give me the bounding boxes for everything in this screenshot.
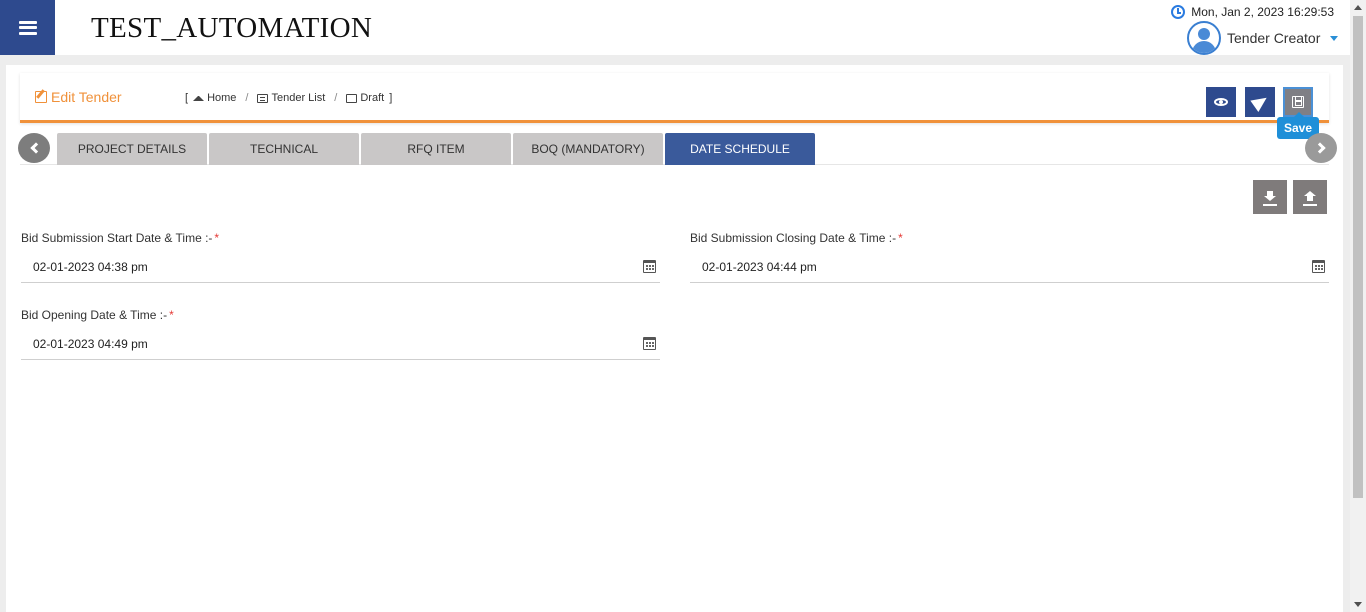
bid-close-label: Bid Submission Closing Date & Time :- * bbox=[690, 231, 903, 245]
bid-open-field: Bid Opening Date & Time :- * 02-01-2023 0… bbox=[21, 308, 660, 360]
bid-start-value: 02-01-2023 04:38 pm bbox=[33, 260, 148, 274]
tabs-prev-button[interactable] bbox=[18, 133, 50, 163]
required-mark: * bbox=[169, 308, 174, 322]
top-header: TEST_AUTOMATION Mon, Jan 2, 2023 16:29:5… bbox=[0, 0, 1350, 55]
user-name: Tender Creator bbox=[1227, 30, 1321, 46]
tab-rfq-item[interactable]: RFQ ITEM bbox=[361, 133, 511, 165]
tab-boq-mandatory[interactable]: BOQ (MANDATORY) bbox=[513, 133, 663, 165]
menu-icon bbox=[18, 20, 37, 35]
save-disk-icon bbox=[1292, 96, 1304, 108]
home-icon bbox=[193, 95, 205, 101]
bid-open-label: Bid Opening Date & Time :- * bbox=[21, 308, 174, 322]
breadcrumb-open-bracket: [ bbox=[185, 92, 189, 104]
tab-technical[interactable]: TECHNICAL bbox=[209, 133, 359, 165]
breadcrumb-separator: / bbox=[334, 92, 338, 104]
breadcrumb-tender-list[interactable]: Tender List bbox=[257, 92, 325, 104]
tabs-next-button[interactable] bbox=[1305, 133, 1337, 163]
datetime-text: Mon, Jan 2, 2023 16:29:53 bbox=[1191, 5, 1334, 19]
scroll-down-icon[interactable] bbox=[1354, 602, 1362, 607]
preview-button[interactable] bbox=[1206, 87, 1236, 117]
bid-close-value: 02-01-2023 04:44 pm bbox=[702, 260, 817, 274]
list-icon bbox=[257, 93, 269, 103]
bid-close-field: Bid Submission Closing Date & Time :- * 0… bbox=[690, 231, 1329, 283]
caret-down-icon bbox=[1330, 35, 1339, 41]
page-title-text: Edit Tender bbox=[51, 89, 122, 105]
submit-button[interactable] bbox=[1245, 87, 1275, 117]
scroll-thumb[interactable] bbox=[1353, 16, 1363, 498]
chevron-left-icon bbox=[29, 142, 42, 154]
bid-start-field: Bid Submission Start Date & Time :- * 02-… bbox=[21, 231, 660, 283]
page-scrollbar[interactable] bbox=[1350, 0, 1366, 612]
breadcrumb: [ Home / Tender List / Draft ] bbox=[185, 92, 392, 104]
bid-start-input[interactable]: 02-01-2023 04:38 pm bbox=[21, 257, 660, 283]
user-menu[interactable]: Tender Creator bbox=[1187, 21, 1339, 55]
bid-close-input[interactable]: 02-01-2023 04:44 pm bbox=[690, 257, 1329, 283]
bid-open-input[interactable]: 02-01-2023 04:49 pm bbox=[21, 334, 660, 360]
breadcrumb-close-bracket: ] bbox=[389, 92, 393, 104]
user-avatar-icon bbox=[1187, 21, 1221, 55]
calendar-icon[interactable] bbox=[643, 337, 656, 350]
send-icon bbox=[1249, 91, 1271, 113]
scroll-up-icon[interactable] bbox=[1354, 5, 1362, 10]
draft-edit-icon bbox=[346, 93, 358, 103]
calendar-icon[interactable] bbox=[643, 260, 656, 273]
clock-icon bbox=[1171, 5, 1186, 19]
breadcrumb-separator: / bbox=[245, 92, 249, 104]
required-mark: * bbox=[214, 231, 220, 245]
chevron-right-icon bbox=[1313, 142, 1326, 154]
download-button[interactable] bbox=[1253, 180, 1287, 214]
page-title: Edit Tender bbox=[35, 89, 122, 105]
breadcrumb-home[interactable]: Home bbox=[193, 92, 236, 104]
menu-toggle-button[interactable] bbox=[0, 0, 55, 55]
current-datetime: Mon, Jan 2, 2023 16:29:53 bbox=[1171, 5, 1334, 19]
main-card: Edit Tender [ Home / Tender List / Draft… bbox=[6, 65, 1343, 612]
upload-icon bbox=[1303, 191, 1317, 206]
tab-date-schedule[interactable]: DATE SCHEDULE bbox=[665, 133, 815, 165]
tab-bar: PROJECT DETAILS TECHNICAL RFQ ITEM BOQ (… bbox=[18, 133, 1337, 165]
edit-icon bbox=[35, 91, 47, 103]
required-mark: * bbox=[898, 231, 903, 245]
bid-open-value: 02-01-2023 04:49 pm bbox=[33, 337, 148, 351]
eye-icon bbox=[1214, 98, 1228, 106]
upload-button[interactable] bbox=[1293, 180, 1327, 214]
breadcrumb-draft: Draft bbox=[346, 92, 384, 104]
calendar-icon[interactable] bbox=[1312, 260, 1325, 273]
page-header: Edit Tender [ Home / Tender List / Draft… bbox=[20, 73, 1329, 123]
download-icon bbox=[1263, 191, 1277, 206]
app-title: TEST_AUTOMATION bbox=[91, 12, 373, 44]
tab-project-details[interactable]: PROJECT DETAILS bbox=[57, 133, 207, 165]
bid-start-label: Bid Submission Start Date & Time :- * bbox=[21, 231, 220, 245]
